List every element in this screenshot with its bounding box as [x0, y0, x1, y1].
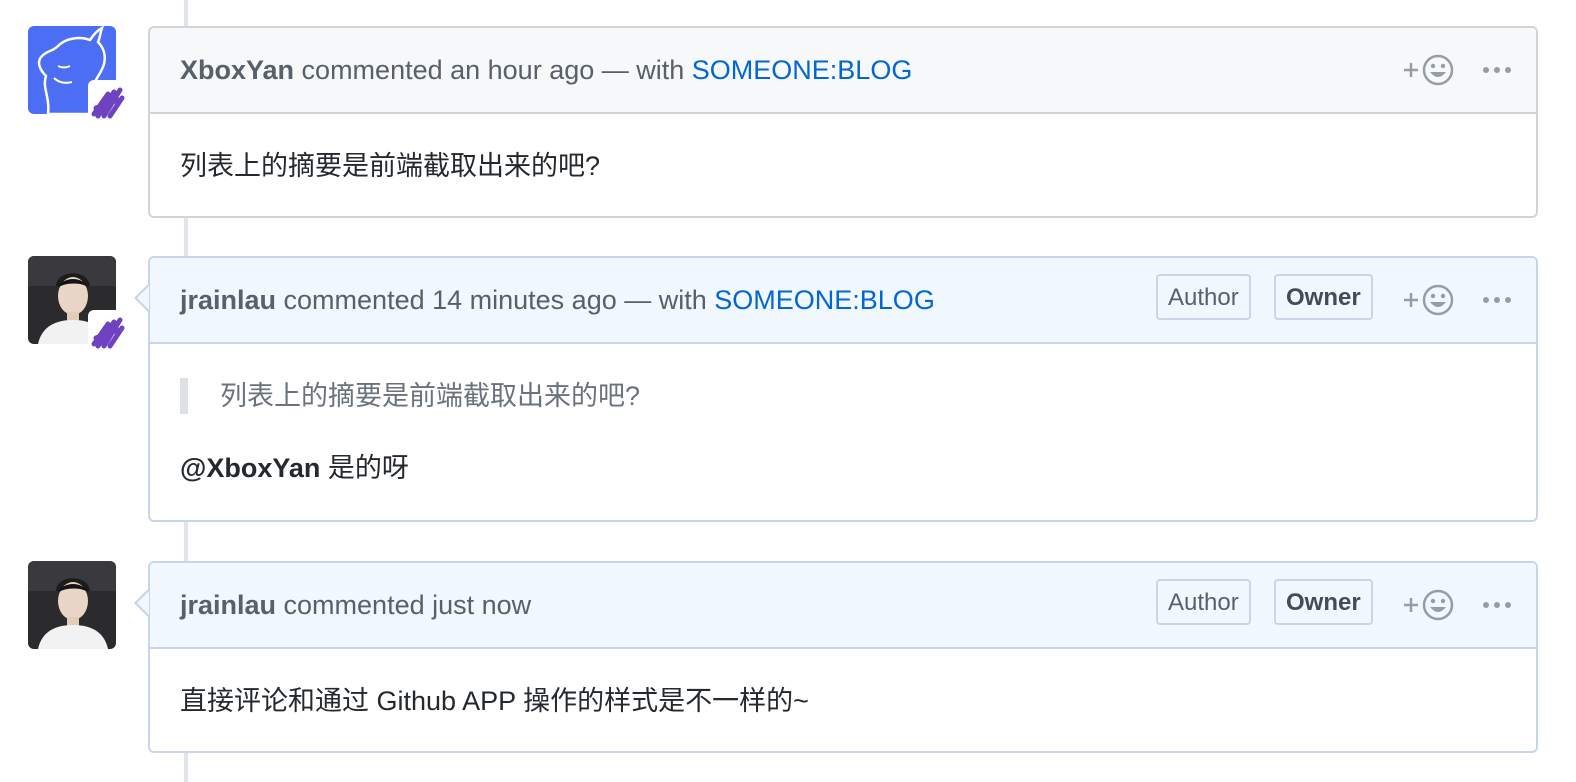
comment-box: jrainlau commented 14 minutes ago — with… — [134, 256, 1538, 522]
avatar-jrainlau-link[interactable] — [28, 256, 128, 350]
add-reaction-smiley-icon — [1404, 589, 1454, 621]
comment-header: XboxYan commented an hour ago — with SOM… — [150, 28, 1536, 114]
author-link[interactable]: jrainlau — [180, 590, 276, 620]
avatar — [28, 561, 116, 649]
more-options-button[interactable] — [1482, 52, 1512, 88]
author-link[interactable]: jrainlau — [180, 285, 276, 315]
kebab-horizontal-icon — [1483, 297, 1511, 303]
comment-meta: jrainlau commented 14 minutes ago — with… — [180, 258, 935, 342]
with-text: — with — [616, 285, 715, 315]
comment-meta: XboxYan commented an hour ago — with SOM… — [180, 28, 912, 112]
add-reaction-button[interactable] — [1402, 282, 1460, 318]
comment-action-text: commented an hour ago — [294, 55, 595, 85]
comment-body: 列表上的摘要是前端截取出来的吧? — [150, 114, 1536, 182]
owner-label: Owner — [1274, 274, 1373, 320]
more-options-button[interactable] — [1482, 587, 1512, 623]
author-label: Author — [1156, 579, 1251, 625]
comment-text: 直接评论和通过 Github APP 操作的样式是不一样的~ — [180, 686, 809, 716]
comment-header: jrainlau commented 14 minutes ago — with… — [134, 258, 1536, 344]
kebab-horizontal-icon — [1483, 67, 1511, 73]
app-bot-badge-icon — [88, 310, 128, 350]
add-reaction-button[interactable] — [1402, 587, 1460, 623]
app-bot-badge-icon — [88, 80, 128, 120]
comment-action-text: commented 14 minutes ago — [276, 285, 617, 315]
comment-body: 直接评论和通过 Github APP 操作的样式是不一样的~ — [150, 649, 1536, 717]
author-link[interactable]: XboxYan — [180, 55, 294, 85]
comment-meta: jrainlau commented just now — [180, 563, 531, 647]
comment-body: 列表上的摘要是前端截取出来的吧? @XboxYan 是的呀 — [150, 344, 1536, 484]
speech-arrow — [134, 589, 149, 617]
comment-text: 列表上的摘要是前端截取出来的吧? — [180, 151, 601, 181]
comment-header: jrainlau commented just now Author Owner — [134, 563, 1536, 649]
comment-text: @XboxYan 是的呀 — [180, 452, 1506, 484]
speech-arrow — [134, 284, 149, 312]
comment-box: jrainlau commented just now Author Owner — [134, 561, 1538, 753]
owner-label: Owner — [1274, 579, 1373, 625]
avatar-xboxyan-link[interactable] — [28, 26, 128, 120]
app-link[interactable]: SOMEONE:BLOG — [714, 285, 935, 315]
app-link[interactable]: SOMEONE:BLOG — [692, 55, 913, 85]
reply-text: 是的呀 — [320, 453, 409, 483]
with-text: — with — [594, 55, 692, 85]
add-reaction-button[interactable] — [1402, 52, 1460, 88]
user-mention-link[interactable]: @XboxYan — [180, 453, 320, 483]
add-reaction-smiley-icon — [1404, 54, 1454, 86]
comment-box: XboxYan commented an hour ago — with SOM… — [148, 26, 1538, 218]
avatar-jrainlau-link[interactable] — [28, 561, 116, 649]
more-options-button[interactable] — [1482, 282, 1512, 318]
quote-block: 列表上的摘要是前端截取出来的吧? — [180, 378, 1506, 414]
comment-action-text: commented just now — [276, 590, 532, 620]
kebab-horizontal-icon — [1483, 602, 1511, 608]
add-reaction-smiley-icon — [1404, 284, 1454, 316]
author-label: Author — [1156, 274, 1251, 320]
